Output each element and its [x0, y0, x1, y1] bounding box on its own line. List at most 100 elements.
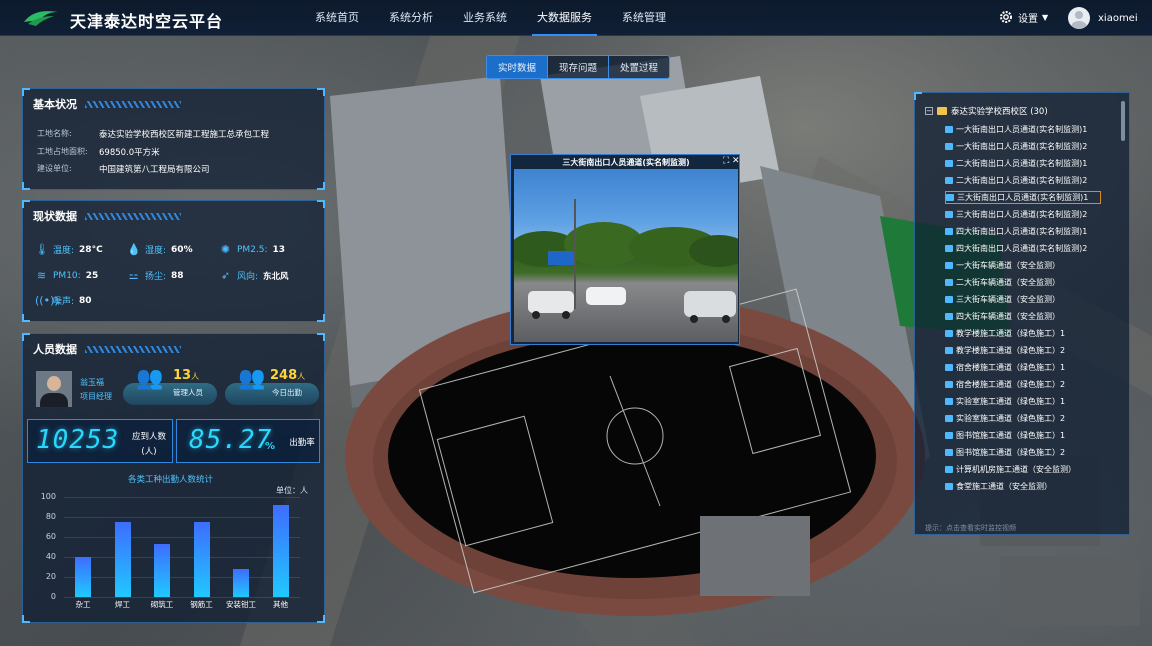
- nav-admin[interactable]: 系统管理: [607, 0, 681, 36]
- stat-label: 风向:: [237, 272, 259, 282]
- stat-value: 东北风: [263, 271, 289, 282]
- nav-bigdata[interactable]: 大数据服务: [522, 0, 607, 36]
- nav-business[interactable]: 业务系统: [448, 0, 522, 36]
- bar-0[interactable]: [75, 557, 91, 597]
- tree-item-camera[interactable]: 三大街南出口人员通道(实名制监测)1: [945, 191, 1101, 204]
- info-value: 中国建筑第八工程局有限公司: [99, 165, 210, 175]
- today-label: 今日出勤: [272, 388, 302, 397]
- gear-icon: [1000, 11, 1012, 23]
- tree-root[interactable]: − 泰达实验学校西校区 (30): [925, 105, 1048, 117]
- tree-item-camera[interactable]: 一大街车辆通道（安全监测）: [945, 259, 1101, 272]
- expected-label-line1: 应到人数: [131, 432, 166, 442]
- user-check-icon: 👥: [238, 366, 266, 391]
- camera-tree-panel: − 泰达实验学校西校区 (30) 一大街南出口人员通道(实名制监测)1 一大街南出…: [914, 92, 1130, 535]
- expected-value: 10253: [36, 425, 120, 455]
- collapse-icon[interactable]: −: [925, 107, 933, 115]
- tree-scrollbar[interactable]: [1121, 101, 1125, 141]
- camera-icon: [945, 330, 953, 337]
- tab-issues[interactable]: 现存问题: [548, 56, 610, 78]
- camera-feed[interactable]: [514, 169, 738, 342]
- x-tick-label: 安装钳工: [226, 600, 256, 609]
- tree-item-camera[interactable]: 宿舍楼施工通道（绿色施工）1: [945, 361, 1101, 374]
- today-count-value: 248: [270, 368, 298, 383]
- tree-item-camera[interactable]: 教学楼施工通道（绿色施工）1: [945, 327, 1101, 340]
- tree-item-label: 二大街车辆通道（安全监测）: [956, 278, 1060, 287]
- tree-item-camera[interactable]: 食堂施工通道（安全监测）: [945, 480, 1101, 493]
- bar-4[interactable]: [233, 569, 249, 597]
- tree-item-camera[interactable]: 二大街南出口人员通道(实名制监测)1: [945, 157, 1101, 170]
- settings-label: 设置: [1018, 13, 1038, 25]
- tree-item-label: 实验室施工通道（绿色施工）1: [956, 397, 1066, 406]
- bar-5[interactable]: [272, 505, 289, 597]
- tree-item-label: 四大街南出口人员通道(实名制监测)2: [956, 244, 1088, 253]
- nav-home[interactable]: 系统首页: [300, 0, 374, 36]
- tree-item-label: 教学楼施工通道（绿色施工）2: [956, 346, 1066, 355]
- tree-item-camera[interactable]: 图书馆施工通道（绿色施工）1: [945, 429, 1101, 442]
- stat-dust: ⚍ 扬尘: 88: [127, 269, 184, 282]
- tree-item-camera[interactable]: 一大街南出口人员通道(实名制监测)2: [945, 140, 1101, 153]
- tree-item-camera[interactable]: 一大街南出口人员通道(实名制监测)1: [945, 123, 1101, 136]
- tree-item-label: 二大街南出口人员通道(实名制监测)2: [956, 176, 1088, 185]
- camera-icon: [945, 432, 953, 439]
- y-tick-label: 60: [45, 532, 56, 541]
- tree-item-label: 计算机机房施工通道（安全监测）: [956, 465, 1076, 474]
- today-count-unit: 人: [297, 372, 306, 381]
- tree-item-label: 三大街南出口人员通道(实名制监测)2: [956, 210, 1088, 219]
- top-header: 天津泰达时空云平台 系统首页 系统分析 业务系统 大数据服务 系统管理 设置 ▼…: [0, 0, 1152, 36]
- tab-realtime[interactable]: 实时数据: [487, 56, 549, 78]
- tree-item-label: 宿舍楼施工通道（绿色施工）1: [956, 363, 1066, 372]
- tree-item-camera[interactable]: 二大街车辆通道（安全监测）: [945, 276, 1101, 289]
- info-value: 泰达实验学校西校区新建工程施工总承包工程: [99, 130, 270, 140]
- bar-2[interactable]: [154, 544, 170, 597]
- tree-item-camera[interactable]: 实验室施工通道（绿色施工）1: [945, 395, 1101, 408]
- bar-1[interactable]: [114, 522, 131, 597]
- camera-icon: [945, 296, 953, 303]
- tree-item-camera[interactable]: 四大街南出口人员通道(实名制监测)2: [945, 242, 1101, 255]
- basic-status-panel: 基本状况 工地名称: 泰达实验学校西校区新建工程施工总承包工程 工地占地面积: …: [22, 88, 325, 190]
- rate-value: 85.27: [189, 425, 273, 455]
- bar-3[interactable]: [193, 522, 210, 597]
- current-data-panel: 现状数据 🌡 温度: 28°C 💧 湿度: 60% ✺ PM2.5: 13 ≋ …: [22, 200, 325, 322]
- mgmt-count: 13人: [173, 368, 199, 383]
- camera-icon: [945, 143, 953, 150]
- tree-item-camera[interactable]: 计算机机房施工通道（安全监测）: [945, 463, 1101, 476]
- data-tabs: 实时数据 现存问题 处置过程: [486, 55, 671, 79]
- tab-process[interactable]: 处置过程: [609, 56, 669, 78]
- grid-line: [64, 537, 300, 538]
- avatar: [1068, 7, 1090, 29]
- chart-title: 各类工种出勤人数统计: [128, 475, 214, 485]
- tree-item-camera[interactable]: 实验室施工通道（绿色施工）2: [945, 412, 1101, 425]
- camera-icon: [945, 381, 953, 388]
- x-tick-label: 杂工: [75, 600, 91, 609]
- expand-icon[interactable]: ⛶: [723, 156, 729, 166]
- settings-menu[interactable]: 设置 ▼: [998, 9, 1048, 25]
- tree-item-camera[interactable]: 教学楼施工通道（绿色施工）2: [945, 344, 1101, 357]
- camera-icon: [945, 466, 953, 473]
- close-icon[interactable]: ✕: [732, 156, 740, 166]
- stat-label: 湿度:: [145, 246, 167, 256]
- tree-root-label: 泰达实验学校西校区 (30): [951, 107, 1048, 117]
- tree-item-label: 三大街南出口人员通道(实名制监测)1: [957, 193, 1089, 202]
- tree-item-camera[interactable]: 三大街车辆通道（安全监测）: [945, 293, 1101, 306]
- stat-value: 25: [85, 270, 99, 281]
- camera-feed-image: [514, 199, 738, 323]
- chart-unit: 单位：人: [276, 486, 308, 495]
- tree-item-camera[interactable]: 三大街南出口人员通道(实名制监测)2: [945, 208, 1101, 221]
- user-menu[interactable]: xiaomei: [1068, 7, 1138, 29]
- sound-wave-icon: ((•)): [35, 294, 59, 307]
- manager-role: 项目经理: [80, 392, 112, 401]
- stat-pm10: ≋ PM10: 25: [35, 269, 98, 282]
- grid-line: [64, 557, 300, 558]
- tree-item-camera[interactable]: 图书馆施工通道（绿色施工）2: [945, 446, 1101, 459]
- today-count: 248人: [270, 368, 305, 383]
- rate-box: 85.27 % 出勤率: [176, 419, 320, 463]
- rate-unit: %: [265, 441, 276, 452]
- mgmt-count-value: 13: [173, 368, 192, 383]
- tree-item-camera[interactable]: 宿舍楼施工通道（绿色施工）2: [945, 378, 1101, 391]
- nav-analysis[interactable]: 系统分析: [374, 0, 448, 36]
- tree-item-camera[interactable]: 二大街南出口人员通道(实名制监测)2: [945, 174, 1101, 187]
- camera-icon: [945, 279, 953, 286]
- tree-item-camera[interactable]: 四大街南出口人员通道(实名制监测)1: [945, 225, 1101, 238]
- tree-item-label: 食堂施工通道（安全监测）: [956, 482, 1052, 491]
- tree-item-camera[interactable]: 四大街车辆通道（安全监测）: [945, 310, 1101, 323]
